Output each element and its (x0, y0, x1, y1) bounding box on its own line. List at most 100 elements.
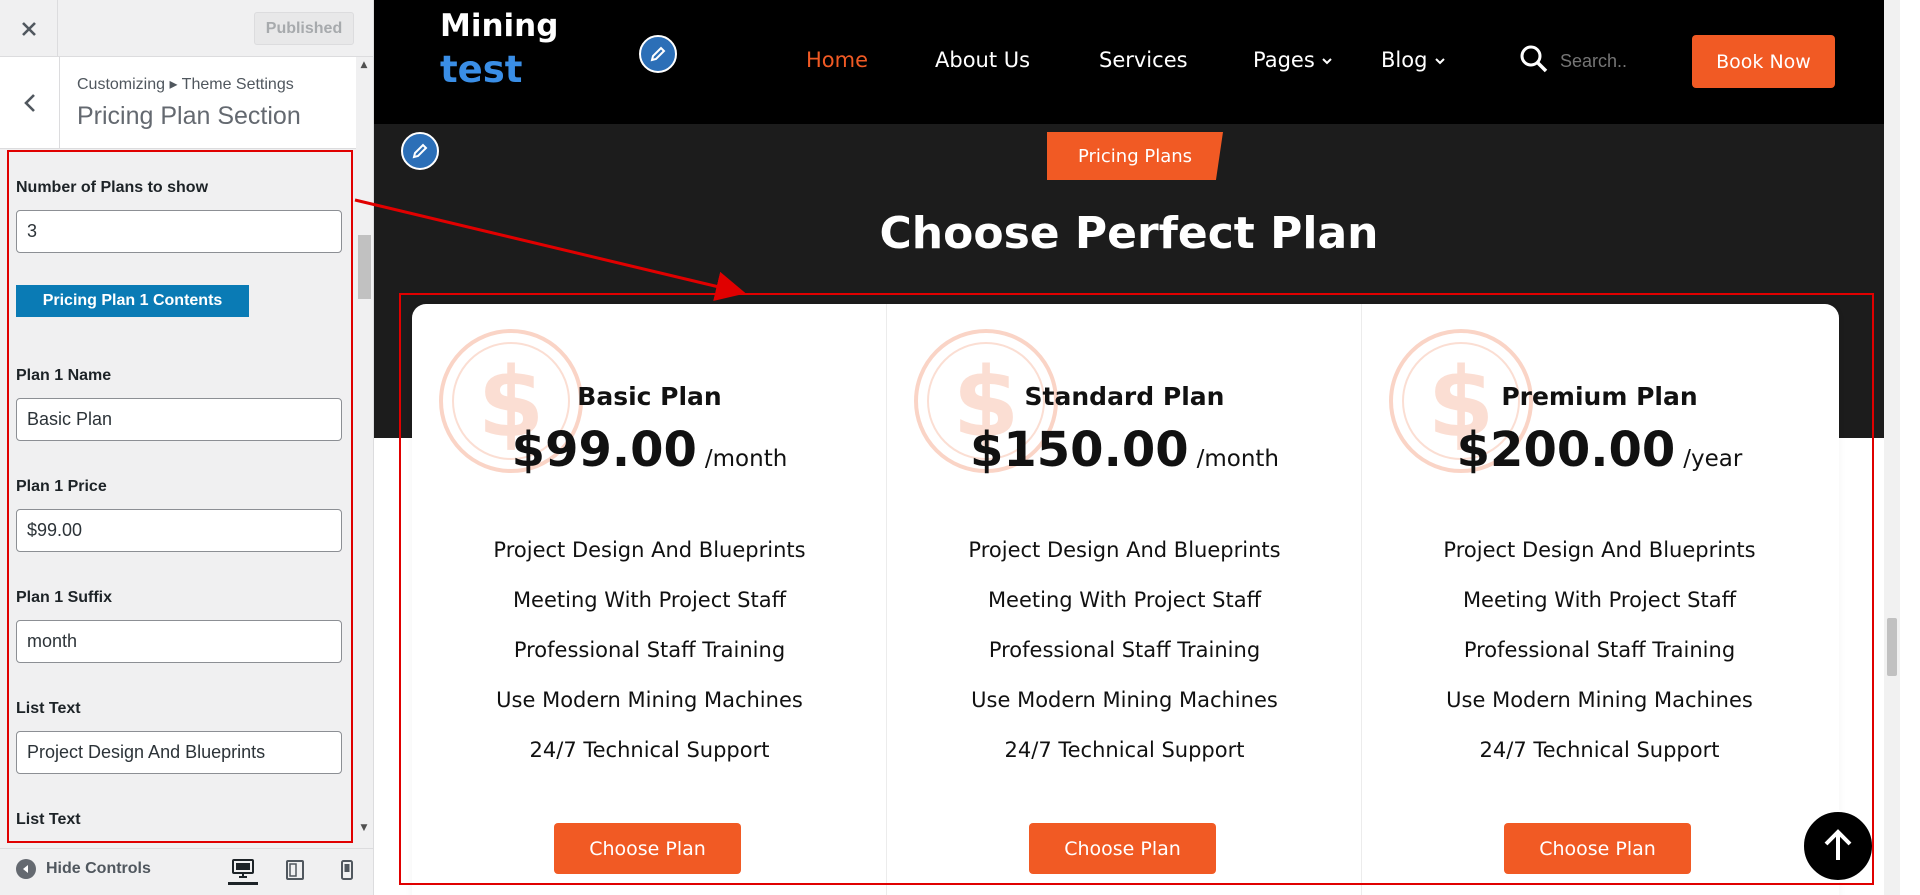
site-logo-line2[interactable]: test (440, 48, 523, 91)
feature-item: Professional Staff Training (988, 638, 1261, 662)
hide-controls-label: Hide Controls (46, 860, 151, 877)
pencil-icon (650, 46, 666, 62)
book-now-button[interactable]: Book Now (1692, 35, 1835, 88)
scroll-down-arrow-icon[interactable]: ▼ (359, 823, 369, 833)
feature-item: Use Modern Mining Machines (496, 688, 803, 712)
sidebar-scrollbar[interactable] (356, 57, 373, 840)
plan-suffix-label: Plan 1 Suffix (16, 589, 113, 606)
pricing-badge: Pricing Plans (1047, 132, 1223, 180)
customizer-footer: Hide Controls (0, 848, 373, 895)
plan-price-input[interactable] (16, 509, 342, 552)
preview-desktop-button[interactable] (228, 855, 258, 885)
pencil-icon (412, 143, 428, 159)
search-input[interactable] (1560, 45, 1680, 77)
edit-shortcut-button[interactable] (639, 35, 677, 73)
choose-plan-button[interactable]: Choose Plan (1029, 823, 1216, 874)
feature-item: Professional Staff Training (1463, 638, 1736, 662)
mobile-icon (341, 860, 353, 880)
plan-price-label: Plan 1 Price (16, 478, 107, 495)
plan-price: $99.00/month (412, 422, 887, 478)
feature-item: Meeting With Project Staff (512, 588, 787, 612)
chevron-left-icon (23, 94, 35, 112)
section-title: Pricing Plan Section (77, 102, 301, 130)
plan-amount: $99.00 (511, 422, 697, 478)
pricing-card: $ Premium Plan $200.00/year Project Desi… (1362, 304, 1837, 895)
nav-blog[interactable]: Blog (1381, 48, 1446, 72)
customizer-topbar: Published (0, 0, 373, 57)
collapse-icon (16, 859, 36, 879)
tablet-icon (286, 860, 304, 880)
site-header: Mining test Home About Us Services Pages… (374, 0, 1884, 124)
scroll-up-arrow-icon[interactable]: ▲ (359, 60, 369, 70)
back-button[interactable] (0, 57, 60, 149)
choose-plan-button[interactable]: Choose Plan (1504, 823, 1691, 874)
back-to-top-button[interactable] (1802, 810, 1874, 882)
nav-blog-label: Blog (1381, 48, 1428, 72)
plan-suffix: /year (1683, 446, 1743, 472)
preview-tablet-button[interactable] (280, 855, 310, 885)
edit-section-shortcut-button[interactable] (401, 132, 439, 170)
plan-name: Basic Plan (577, 382, 722, 411)
plan-amount: $150.00 (969, 422, 1189, 478)
list-text-input[interactable] (16, 731, 342, 774)
feature-item: 24/7 Technical Support (1479, 738, 1720, 762)
feature-item: 24/7 Technical Support (529, 738, 770, 762)
feature-item: Meeting With Project Staff (987, 588, 1262, 612)
plan-suffix-input[interactable] (16, 620, 342, 663)
feature-item: Use Modern Mining Machines (1446, 688, 1753, 712)
pricing-plan-1-contents-button[interactable]: Pricing Plan 1 Contents (16, 285, 249, 317)
preview-scrollbar[interactable] (1884, 0, 1900, 895)
nav-services[interactable]: Services (1099, 48, 1188, 72)
search-icon[interactable] (1519, 44, 1549, 78)
close-customizer-button[interactable] (0, 0, 58, 57)
choose-plan-button[interactable]: Choose Plan (554, 823, 741, 874)
nav-pages-label: Pages (1253, 48, 1315, 72)
plan-features: Project Design And Blueprints Meeting Wi… (1362, 535, 1837, 785)
feature-item: 24/7 Technical Support (1004, 738, 1245, 762)
sidebar-scroll-thumb[interactable] (358, 235, 371, 299)
plan-amount: $200.00 (1456, 422, 1676, 478)
pricing-cards: $ Basic Plan $99.00/month Project Design… (412, 304, 1839, 895)
pricing-card: $ Standard Plan $150.00/month Project De… (887, 304, 1362, 895)
plan-features: Project Design And Blueprints Meeting Wi… (412, 535, 887, 785)
desktop-icon (232, 858, 254, 878)
section-header: Customizing ▸ Theme Settings Pricing Pla… (0, 57, 356, 149)
plan-price: $200.00/year (1362, 422, 1837, 478)
plan-name-input[interactable] (16, 398, 342, 441)
arrow-up-icon (1824, 829, 1852, 860)
feature-item: Professional Staff Training (513, 638, 786, 662)
plan-suffix: /month (1196, 446, 1280, 472)
customizer-sidebar: Published Customizing ▸ Theme Settings P… (0, 0, 374, 895)
nav-home[interactable]: Home (806, 48, 868, 72)
site-logo-line1[interactable]: Mining (440, 8, 558, 44)
close-icon (21, 21, 36, 36)
controls-panel: Number of Plans to show Pricing Plan 1 C… (7, 150, 353, 843)
published-button[interactable]: Published (254, 12, 354, 45)
num-plans-input[interactable] (16, 210, 342, 253)
plan-suffix: /month (704, 446, 788, 472)
plan-features: Project Design And Blueprints Meeting Wi… (887, 535, 1362, 785)
feature-item: Project Design And Blueprints (968, 538, 1281, 562)
plan-name: Standard Plan (1024, 382, 1225, 411)
nav-pages[interactable]: Pages (1253, 48, 1333, 72)
list-text-label-2: List Text (16, 811, 81, 828)
feature-item: Project Design And Blueprints (493, 538, 806, 562)
plan-name-label: Plan 1 Name (16, 367, 112, 384)
feature-item: Use Modern Mining Machines (971, 688, 1278, 712)
breadcrumb: Customizing ▸ Theme Settings (77, 76, 294, 93)
chevron-down-icon (1435, 58, 1445, 65)
plan-name: Premium Plan (1501, 382, 1698, 411)
hide-controls-button[interactable]: Hide Controls (16, 859, 151, 879)
list-text-label: List Text (16, 700, 81, 717)
feature-item: Meeting With Project Staff (1462, 588, 1737, 612)
num-plans-label: Number of Plans to show (16, 179, 209, 196)
pricing-card: $ Basic Plan $99.00/month Project Design… (412, 304, 887, 895)
site-preview: Mining test Home About Us Services Pages… (374, 0, 1900, 895)
feature-item: Project Design And Blueprints (1443, 538, 1756, 562)
plan-price: $150.00/month (887, 422, 1362, 478)
pricing-title: Choose Perfect Plan (879, 208, 1379, 259)
preview-scroll-thumb[interactable] (1887, 618, 1897, 676)
chevron-down-icon (1322, 58, 1333, 65)
preview-mobile-button[interactable] (332, 855, 362, 885)
nav-about-us[interactable]: About Us (935, 48, 1030, 72)
